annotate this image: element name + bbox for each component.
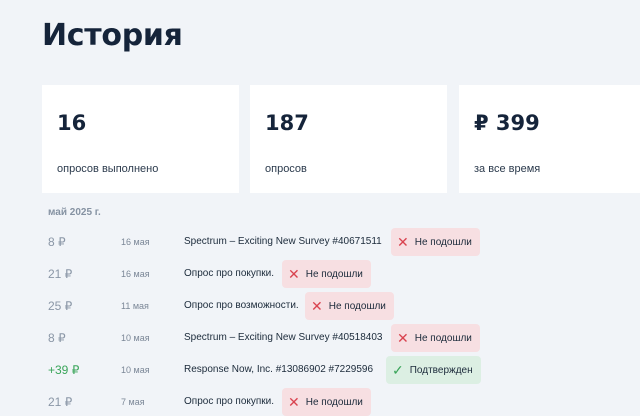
status-text: Не подошли (305, 268, 363, 280)
row-title: Spectrum – Exciting New Survey #40671511 (184, 236, 382, 247)
status-text: Не подошли (414, 332, 472, 344)
month-header: май 2025 г. (48, 207, 101, 218)
row-amount: 21 ₽ (48, 395, 73, 409)
history-row[interactable]: 21 ₽ 16 мая Опрос про покупки. ✕ Не подо… (0, 260, 640, 288)
row-title: Опрос про покупки. (184, 268, 275, 279)
stat-card-total-earned: ₽ 399 за все время (459, 85, 640, 193)
row-date: 16 мая (121, 237, 150, 247)
status-text: Не подошли (305, 396, 363, 408)
row-title: Response Now, Inc. #13086902 #7229596 (184, 364, 374, 375)
history-row[interactable]: 8 ₽ 10 мая Spectrum – Exciting New Surve… (0, 324, 640, 352)
status-text: Не подошли (414, 236, 472, 248)
status-text: Подтвержден (409, 364, 473, 376)
close-x-icon: ✕ (397, 330, 409, 346)
row-date: 10 мая (121, 333, 150, 343)
close-x-icon: ✕ (288, 266, 300, 282)
row-amount: 25 ₽ (48, 299, 73, 313)
stat-value: 16 (57, 111, 87, 135)
close-x-icon: ✕ (311, 298, 323, 314)
row-amount: +39 ₽ (48, 363, 80, 377)
row-date: 7 мая (121, 397, 145, 407)
row-date: 10 мая (121, 365, 150, 375)
row-title: Опрос про покупки. (184, 396, 275, 407)
check-icon: ✓ (392, 362, 404, 378)
row-date: 11 мая (121, 301, 149, 311)
stat-card-surveys: 187 опросов (250, 85, 447, 193)
status-badge: ✓ Подтвержден (386, 356, 481, 384)
status-badge: ✕ Не подошли (391, 228, 480, 256)
history-row[interactable]: 8 ₽ 16 мая Spectrum – Exciting New Surve… (0, 228, 640, 256)
history-row[interactable]: 25 ₽ 11 мая Опрос про возможности. ✕ Не … (0, 292, 640, 320)
status-badge: ✕ Не подошли (305, 292, 394, 320)
status-text: Не подошли (328, 300, 386, 312)
row-title: Spectrum – Exciting New Survey #40518403 (184, 332, 383, 343)
row-amount: 8 ₽ (48, 331, 66, 345)
stat-label: опросов выполнено (57, 163, 159, 175)
page-title: История (42, 18, 183, 53)
row-amount: 8 ₽ (48, 235, 66, 249)
stat-value: 187 (265, 111, 309, 135)
stat-label: опросов (265, 163, 307, 175)
stat-card-completed: 16 опросов выполнено (42, 85, 239, 193)
row-title: Опрос про возможности. (184, 300, 299, 311)
history-row[interactable]: 21 ₽ 7 мая Опрос про покупки. ✕ Не подош… (0, 388, 640, 416)
close-x-icon: ✕ (288, 394, 300, 410)
history-row[interactable]: +39 ₽ 10 мая Response Now, Inc. #1308690… (0, 356, 640, 384)
row-amount: 21 ₽ (48, 267, 73, 281)
stat-label: за все время (474, 163, 541, 175)
stat-value: ₽ 399 (474, 111, 540, 135)
close-x-icon: ✕ (397, 234, 409, 250)
status-badge: ✕ Не подошли (282, 260, 371, 288)
status-badge: ✕ Не подошли (282, 388, 371, 416)
row-date: 16 мая (121, 269, 150, 279)
status-badge: ✕ Не подошли (391, 324, 480, 352)
